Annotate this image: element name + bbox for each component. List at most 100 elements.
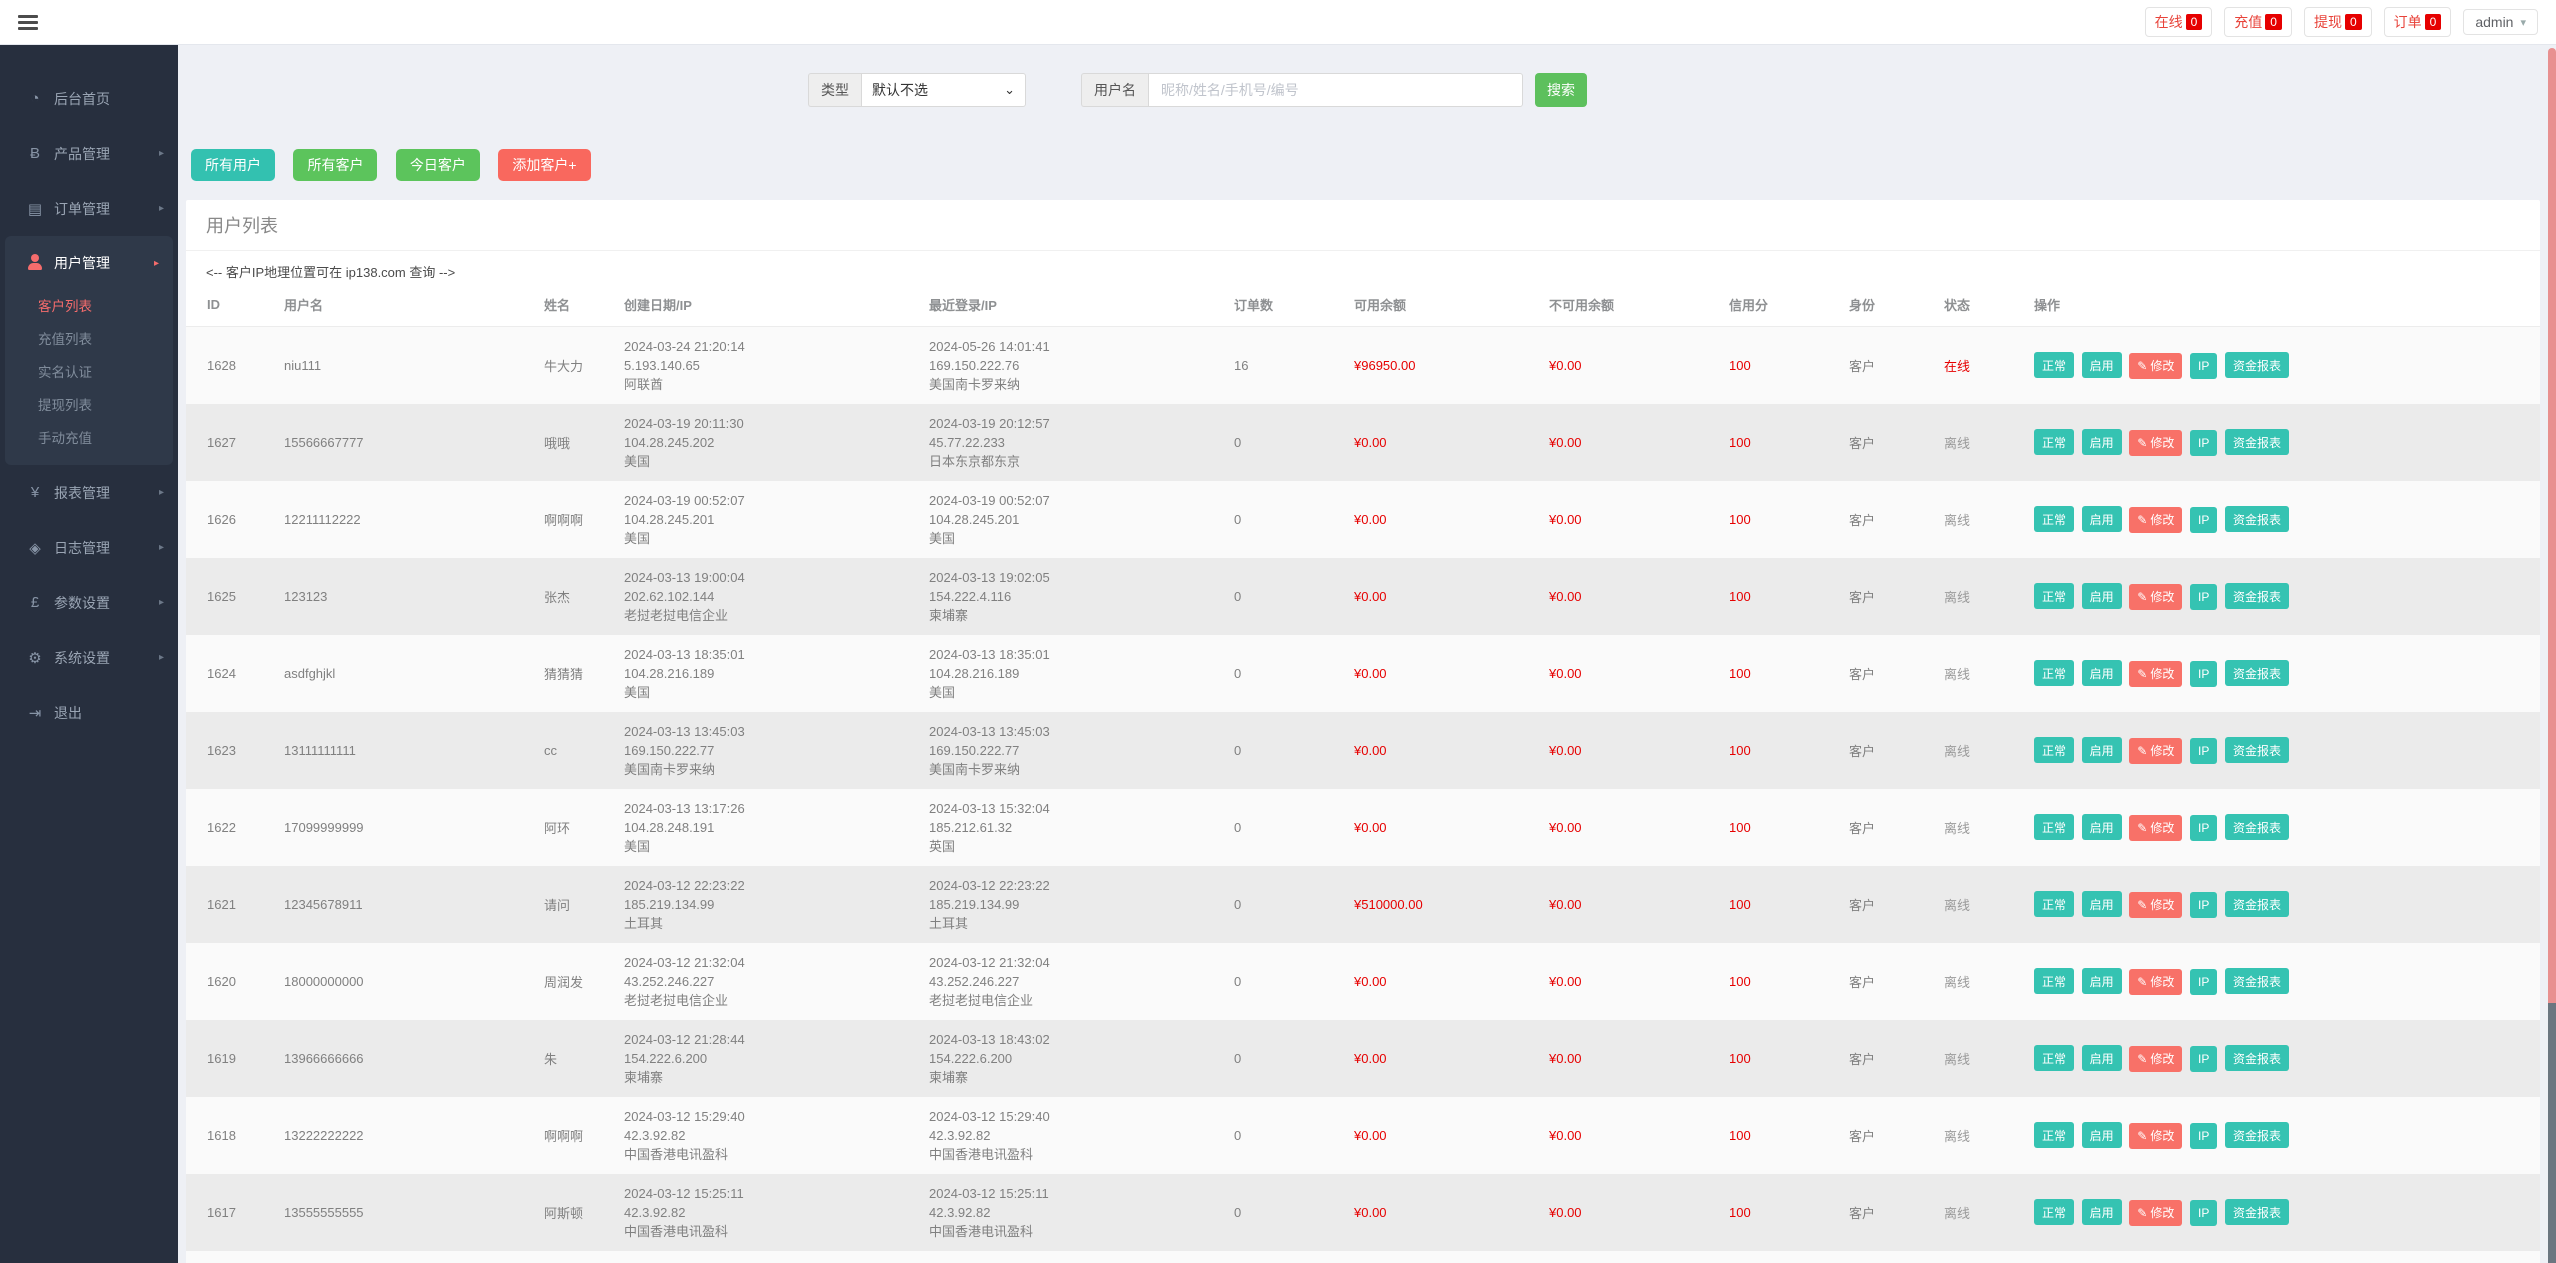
enable-button[interactable]: 启用 [2082, 429, 2122, 455]
sidebar-item-params[interactable]: £ 参数设置 ▸ [0, 575, 178, 630]
funds-report-button[interactable]: 资金报表 [2225, 506, 2289, 532]
login-info: 2024-03-19 00:52:07104.28.245.201美国 [929, 481, 1234, 558]
sidebar-item-system[interactable]: ⚙ 系统设置 ▸ [0, 630, 178, 685]
funds-report-button[interactable]: 资金报表 [2225, 814, 2289, 840]
sidebar-subitem-customer-list[interactable]: 客户列表 [5, 288, 173, 321]
funds-report-button[interactable]: 资金报表 [2225, 737, 2289, 763]
today-customers-button[interactable]: 今日客户 [396, 149, 480, 181]
ip-button[interactable]: IP [2190, 969, 2217, 995]
scrollbar-track[interactable] [2548, 1003, 2556, 1263]
normal-button[interactable]: 正常 [2034, 583, 2074, 609]
enable-button[interactable]: 启用 [2082, 968, 2122, 994]
edit-button[interactable]: ✎修改 [2129, 661, 2182, 687]
normal-button[interactable]: 正常 [2034, 1045, 2074, 1071]
sidebar-subitem-manual-recharge[interactable]: 手动充值 [5, 420, 173, 453]
funds-report-button[interactable]: 资金报表 [2225, 968, 2289, 994]
row-actions: 正常 启用 ✎修改 IP 资金报表 [2034, 866, 2540, 943]
enable-button[interactable]: 启用 [2082, 891, 2122, 917]
ip-button[interactable]: IP [2190, 661, 2217, 687]
enable-button[interactable]: 启用 [2082, 814, 2122, 840]
edit-icon: ✎ [2137, 359, 2147, 373]
username-search-input[interactable] [1148, 73, 1523, 107]
sidebar-item-products[interactable]: Ƀ 产品管理 ▸ [0, 126, 178, 181]
bitcoin-icon: Ƀ [24, 145, 46, 162]
edit-button[interactable]: ✎修改 [2129, 1123, 2182, 1149]
stat-withdraw[interactable]: 提现 0 [2304, 7, 2372, 37]
admin-menu[interactable]: admin ▾ [2463, 9, 2538, 35]
sidebar-item-logs[interactable]: ◈ 日志管理 ▸ [0, 520, 178, 575]
ip-button[interactable]: IP [2190, 353, 2217, 379]
all-customers-button[interactable]: 所有客户 [293, 149, 377, 181]
enable-button[interactable]: 启用 [2082, 660, 2122, 686]
enable-button[interactable]: 启用 [2082, 1045, 2122, 1071]
normal-button[interactable]: 正常 [2034, 1122, 2074, 1148]
ip-button[interactable]: IP [2190, 738, 2217, 764]
edit-button[interactable]: ✎修改 [2129, 430, 2182, 456]
normal-button[interactable]: 正常 [2034, 968, 2074, 994]
sidebar-subitem-recharge-list[interactable]: 充值列表 [5, 321, 173, 354]
status-text: 离线 [1944, 590, 1970, 605]
search-button[interactable]: 搜索 [1535, 73, 1587, 107]
sidebar-item-reports[interactable]: ¥ 报表管理 ▸ [0, 465, 178, 520]
edit-button[interactable]: ✎修改 [2129, 1046, 2182, 1072]
type-select[interactable]: 默认不选 ⌄ [861, 73, 1026, 107]
normal-button[interactable]: 正常 [2034, 429, 2074, 455]
funds-report-button[interactable]: 资金报表 [2225, 352, 2289, 378]
edit-button[interactable]: ✎修改 [2129, 507, 2182, 533]
edit-button[interactable]: ✎修改 [2129, 815, 2182, 841]
add-customer-button[interactable]: 添加客户+ [498, 149, 590, 181]
funds-report-button[interactable]: 资金报表 [2225, 1122, 2289, 1148]
funds-report-button[interactable]: 资金报表 [2225, 1045, 2289, 1071]
ip-button[interactable]: IP [2190, 507, 2217, 533]
edit-button[interactable]: ✎修改 [2129, 353, 2182, 379]
ip-button[interactable]: IP [2190, 1046, 2217, 1072]
subitem-label: 充值列表 [38, 328, 92, 348]
normal-button[interactable]: 正常 [2034, 737, 2074, 763]
ip-button[interactable]: IP [2190, 1200, 2217, 1226]
stat-online[interactable]: 在线 0 [2145, 7, 2213, 37]
ip-button[interactable]: IP [2190, 430, 2217, 456]
enable-button[interactable]: 启用 [2082, 583, 2122, 609]
normal-button[interactable]: 正常 [2034, 1199, 2074, 1225]
enable-button[interactable]: 启用 [2082, 352, 2122, 378]
ip-button[interactable]: IP [2190, 1123, 2217, 1149]
normal-button[interactable]: 正常 [2034, 660, 2074, 686]
funds-report-button[interactable]: 资金报表 [2225, 429, 2289, 455]
normal-button[interactable]: 正常 [2034, 814, 2074, 840]
normal-button[interactable]: 正常 [2034, 352, 2074, 378]
username: 13555555555 [284, 1174, 544, 1251]
row-actions: 正常 启用 ✎修改 IP 资金报表 [2034, 404, 2540, 481]
edit-button[interactable]: ✎修改 [2129, 738, 2182, 764]
funds-report-button[interactable]: 资金报表 [2225, 583, 2289, 609]
sidebar: ◔ 后台首页 Ƀ 产品管理 ▸ ▤ 订单管理 ▸ 用户管理 ▸ 客户列表 充值列… [0, 45, 178, 1263]
sidebar-item-dashboard[interactable]: ◔ 后台首页 [0, 71, 178, 126]
normal-button[interactable]: 正常 [2034, 506, 2074, 532]
all-users-button[interactable]: 所有用户 [191, 149, 275, 181]
edit-button[interactable]: ✎修改 [2129, 584, 2182, 610]
sidebar-subitem-real-name-auth[interactable]: 实名认证 [5, 354, 173, 387]
enable-button[interactable]: 启用 [2082, 737, 2122, 763]
normal-button[interactable]: 正常 [2034, 891, 2074, 917]
stat-withdraw-label: 提现 [2314, 12, 2342, 32]
funds-report-button[interactable]: 资金报表 [2225, 660, 2289, 686]
sidebar-item-logout[interactable]: ⇥ 退出 [0, 685, 178, 740]
enable-button[interactable]: 启用 [2082, 1199, 2122, 1225]
ip-button[interactable]: IP [2190, 584, 2217, 610]
funds-report-button[interactable]: 资金报表 [2225, 1199, 2289, 1225]
enable-button[interactable]: 启用 [2082, 506, 2122, 532]
edit-button[interactable]: ✎修改 [2129, 969, 2182, 995]
sidebar-item-users[interactable]: 用户管理 ▸ [5, 238, 173, 288]
ip-button[interactable]: IP [2190, 815, 2217, 841]
menu-toggle-icon[interactable] [18, 15, 38, 30]
edit-button[interactable]: ✎修改 [2129, 1200, 2182, 1226]
funds-report-button[interactable]: 资金报表 [2225, 891, 2289, 917]
sidebar-item-orders[interactable]: ▤ 订单管理 ▸ [0, 181, 178, 236]
sidebar-subitem-withdraw-list[interactable]: 提现列表 [5, 387, 173, 420]
stat-recharge[interactable]: 充值 0 [2224, 7, 2292, 37]
ip-button[interactable]: IP [2190, 892, 2217, 918]
stat-orders[interactable]: 订单 0 [2384, 7, 2452, 37]
enable-button[interactable]: 启用 [2082, 1122, 2122, 1148]
edit-button[interactable]: ✎修改 [2129, 892, 2182, 918]
scrollbar-thumb[interactable] [2548, 48, 2556, 1003]
available-balance: ¥0.00 [1354, 789, 1549, 866]
